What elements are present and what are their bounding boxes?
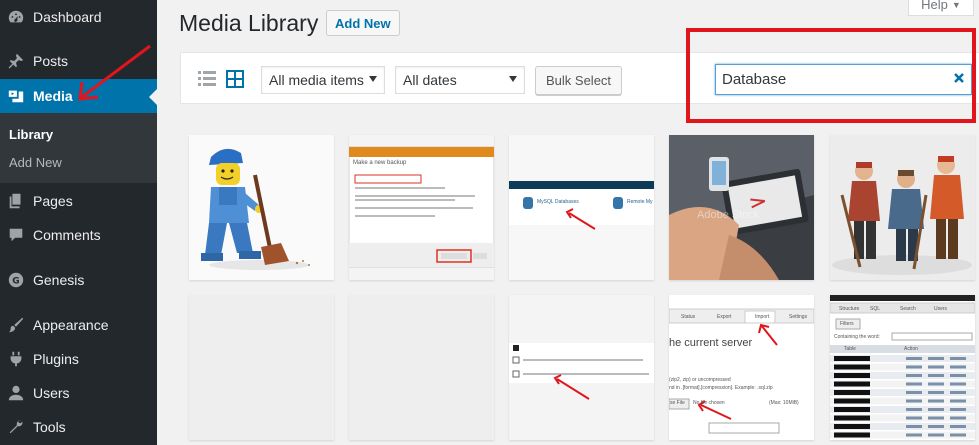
sidebar-item-users[interactable]: Users [0,376,157,410]
bulk-select-button[interactable]: Bulk Select [535,66,623,95]
tile-caption: Make a new backup [353,160,407,166]
media-tile[interactable]: Make a new backup [349,135,494,280]
annotation-arrow [78,44,151,101]
comment-icon [6,225,26,245]
sidebar-item-plugins[interactable]: Plugins [0,342,157,376]
media-tile[interactable] [189,295,334,440]
grid-view-icon[interactable] [226,70,244,88]
sidebar-item-label: Posts [33,53,69,69]
tile-caption: Status [681,314,696,320]
sidebar-item-dashboard[interactable]: Dashboard [0,0,157,34]
sidebar-item-tools[interactable]: Tools [0,410,157,444]
media-tile[interactable]: Adobe Stock [669,135,814,280]
sidebar-item-label: Tools [33,419,66,435]
media-icon [6,86,26,106]
media-tile[interactable] [509,295,654,440]
chevron-down-icon [369,76,377,82]
media-tile[interactable]: Status Export Import Settings he current… [669,295,814,440]
sidebar-item-genesis[interactable]: G Genesis [0,263,157,297]
tile-caption: Table [844,346,856,352]
media-type-value: All media items [269,72,364,88]
tile-caption: Search [900,306,916,312]
plugin-icon [6,349,26,369]
chevron-down-icon [509,76,517,82]
sidebar-item-comments[interactable]: Comments [0,218,157,252]
tile-caption: Users [934,306,948,312]
dashboard-icon [6,7,26,27]
tile-caption: MySQL Databases [537,199,579,205]
tile-watermark: Adobe Stock [697,209,760,221]
tile-caption: (Max: 10MiB) [769,400,799,406]
tile-caption: (zip2, zip) or uncompressed [669,377,731,383]
highlight-box [686,28,976,123]
chevron-down-icon: ▼ [951,0,961,10]
pin-icon [6,51,26,71]
brush-icon [6,315,26,335]
help-tab[interactable]: Help ▼ [908,0,974,16]
tile-caption: No file chosen [693,400,725,406]
sidebar-item-label: Dashboard [33,9,102,25]
list-view-icon[interactable] [198,70,216,88]
add-new-button[interactable]: Add New [326,10,400,36]
media-tile[interactable]: Structure SQL Search Users Filters Conta… [830,295,975,440]
date-filter[interactable]: All dates [395,66,525,94]
user-icon [6,383,26,403]
date-filter-value: All dates [403,72,457,88]
sidebar-item-label: Pages [33,193,73,209]
help-label: Help [921,0,948,12]
submenu-library[interactable]: Library [9,127,53,142]
sidebar-item-label: Users [33,385,70,401]
svg-text:G: G [12,277,19,287]
media-tile[interactable]: MySQL Databases Remote My [509,135,654,280]
page-title: Media Library [179,10,319,36]
sidebar-item-label: Comments [33,227,101,243]
tile-caption: se File [670,400,685,406]
tile-caption: he current server [669,337,753,349]
tile-caption: Action [904,346,918,352]
media-tile[interactable] [349,295,494,440]
sidebar-item-label: Genesis [33,272,85,288]
media-tile[interactable] [189,135,334,280]
sidebar-item-appearance[interactable]: Appearance [0,308,157,342]
tile-caption: Structure [839,306,860,312]
tile-caption: Export [717,314,732,320]
media-type-filter[interactable]: All media items [261,66,385,94]
tile-caption: Containing the word: [834,334,880,340]
tile-caption: Settings [789,314,808,320]
tile-caption: Filters [840,321,854,327]
sidebar-item-label: Appearance [33,317,109,333]
sidebar-item-pages[interactable]: Pages [0,184,157,218]
media-submenu: Library Add New [0,113,157,183]
tile-caption: SQL [870,306,881,312]
wrench-icon [6,417,26,437]
tile-caption: nd in .[format].[compression]. Example: … [669,385,773,391]
sidebar-item-label: Plugins [33,351,79,367]
sidebar-item-label: Media [33,88,73,104]
genesis-icon: G [6,270,26,290]
tile-caption: Import [755,314,770,320]
pages-icon [6,191,26,211]
submenu-add-new[interactable]: Add New [9,155,62,170]
tile-caption: Remote My [627,199,653,205]
media-tile[interactable] [830,135,975,280]
